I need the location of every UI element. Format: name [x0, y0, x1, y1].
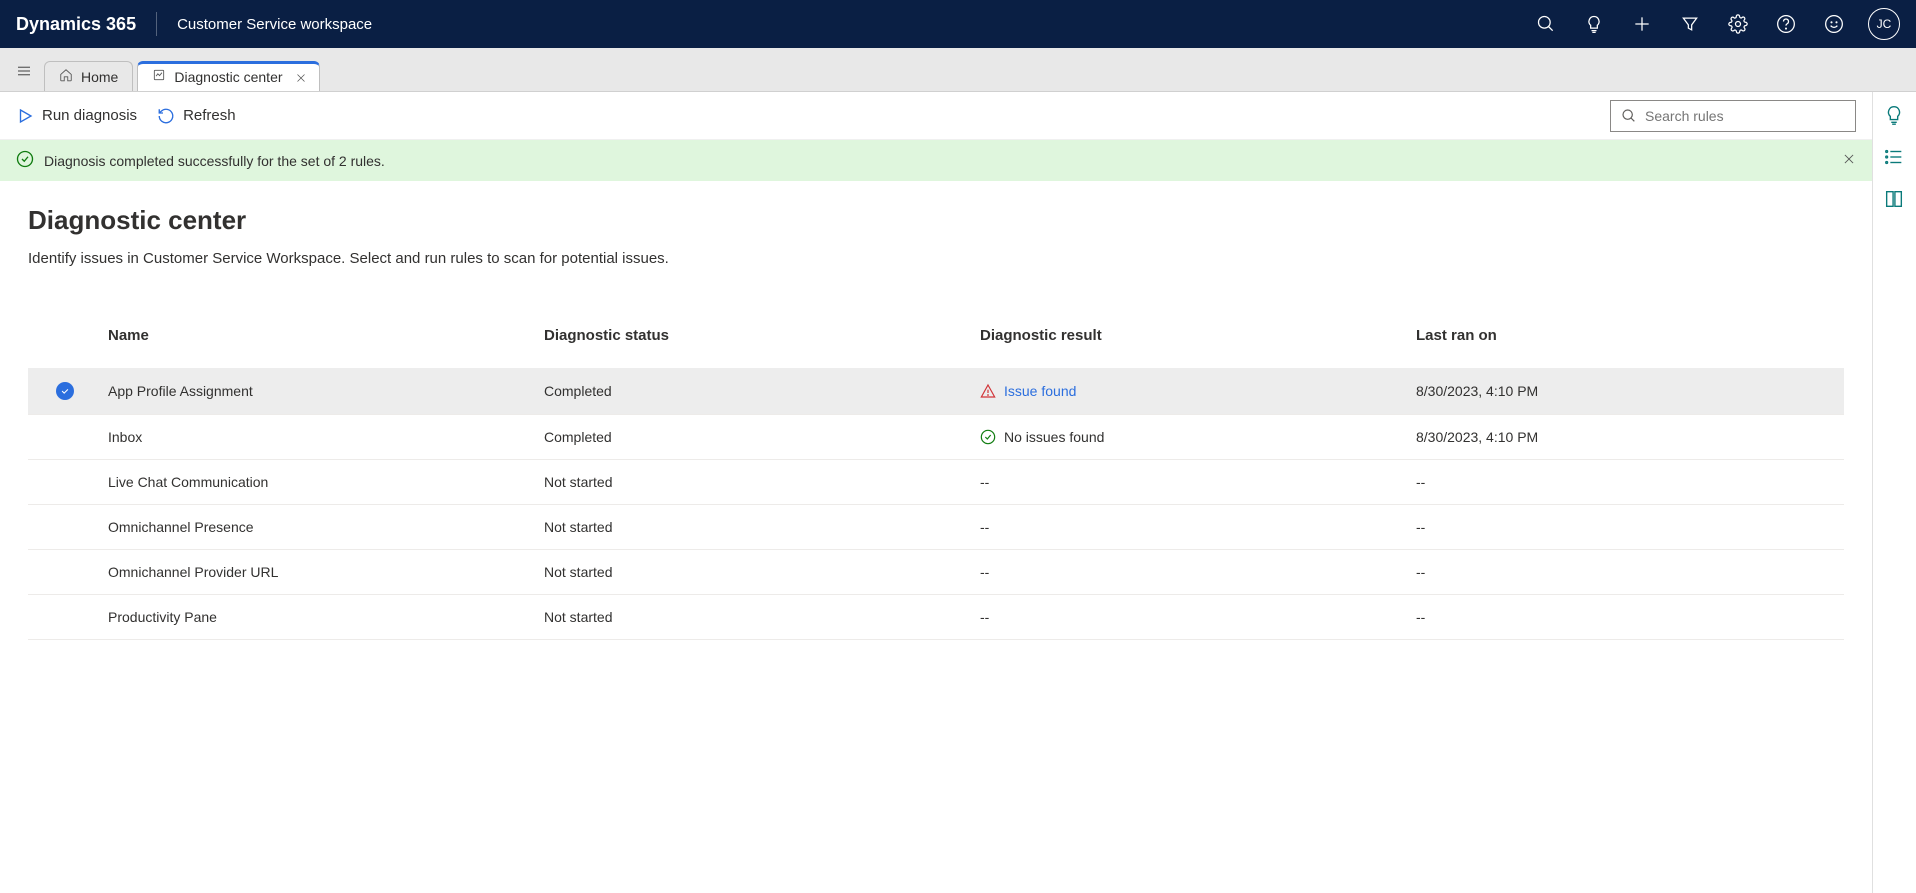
workspace-name[interactable]: Customer Service workspace [161, 16, 372, 33]
avatar[interactable]: JC [1868, 8, 1900, 40]
last-ran-cell: -- [1408, 460, 1844, 504]
lightbulb-icon[interactable] [1572, 2, 1616, 46]
result-cell: -- [972, 460, 1408, 504]
search-rules-box[interactable] [1610, 100, 1856, 132]
last-ran-cell: -- [1408, 550, 1844, 594]
refresh-label: Refresh [183, 107, 236, 124]
result-cell[interactable]: Issue found [972, 369, 1408, 413]
content: Run diagnosis Refresh Diagnosis complete… [0, 92, 1872, 893]
result-cell: No issues found [972, 415, 1408, 459]
table-row[interactable]: Productivity PaneNot started---- [28, 595, 1844, 640]
success-icon [980, 429, 996, 445]
table-body: App Profile AssignmentCompletedIssue fou… [28, 368, 1844, 640]
result-cell: -- [972, 595, 1408, 639]
result-cell: -- [972, 505, 1408, 549]
name-cell: Omnichannel Presence [100, 505, 536, 549]
hamburger-icon[interactable] [8, 55, 40, 87]
last-ran-cell: -- [1408, 505, 1844, 549]
topbar-divider [156, 12, 157, 36]
run-diagnosis-label: Run diagnosis [42, 107, 137, 124]
status-cell: Not started [536, 460, 972, 504]
refresh-button[interactable]: Refresh [157, 107, 236, 125]
page-description: Identify issues in Customer Service Work… [28, 250, 1844, 267]
name-cell: Omnichannel Provider URL [100, 550, 536, 594]
status-cell: Completed [536, 415, 972, 459]
topbar: Dynamics 365 Customer Service workspace … [0, 0, 1916, 48]
row-select-cell[interactable] [28, 603, 100, 631]
checkmark-icon [56, 382, 74, 400]
list-icon[interactable] [1883, 146, 1907, 170]
brand[interactable]: Dynamics 365 [16, 14, 156, 35]
name-cell: Inbox [100, 415, 536, 459]
success-icon [16, 150, 34, 171]
notification-text: Diagnosis completed successfully for the… [44, 153, 385, 169]
table-row[interactable]: Omnichannel PresenceNot started---- [28, 505, 1844, 550]
tabbar: Home Diagnostic center [0, 48, 1916, 92]
search-icon [1621, 108, 1637, 124]
search-input[interactable] [1645, 108, 1845, 124]
table-row[interactable]: InboxCompletedNo issues found8/30/2023, … [28, 415, 1844, 460]
topbar-left: Dynamics 365 Customer Service workspace [16, 12, 372, 36]
home-icon [59, 68, 73, 85]
last-ran-cell: -- [1408, 595, 1844, 639]
lastran-column-header[interactable]: Last ran on [1408, 313, 1844, 358]
row-select-cell[interactable] [28, 368, 100, 414]
table-row[interactable]: Live Chat CommunicationNot started---- [28, 460, 1844, 505]
page: Diagnostic center Identify issues in Cus… [0, 181, 1872, 664]
row-select-cell[interactable] [28, 423, 100, 451]
table-row[interactable]: App Profile AssignmentCompletedIssue fou… [28, 368, 1844, 415]
notification-bar: Diagnosis completed successfully for the… [0, 140, 1872, 181]
command-bar: Run diagnosis Refresh [0, 92, 1872, 140]
page-title: Diagnostic center [28, 205, 1844, 236]
tab-diagnostic-center[interactable]: Diagnostic center [137, 61, 319, 91]
help-icon[interactable] [1764, 2, 1808, 46]
close-icon[interactable] [293, 70, 309, 86]
result-column-header[interactable]: Diagnostic result [972, 313, 1408, 358]
table-header: Name Diagnostic status Diagnostic result… [28, 303, 1844, 368]
select-column-header [28, 322, 100, 350]
add-icon[interactable] [1620, 2, 1664, 46]
settings-icon[interactable] [1716, 2, 1760, 46]
row-select-cell[interactable] [28, 513, 100, 541]
play-icon [16, 107, 34, 125]
filter-icon[interactable] [1668, 2, 1712, 46]
lightbulb-icon[interactable] [1883, 104, 1907, 128]
status-column-header[interactable]: Diagnostic status [536, 313, 972, 358]
name-column-header[interactable]: Name [100, 313, 536, 358]
status-cell: Not started [536, 595, 972, 639]
name-cell: App Profile Assignment [100, 369, 536, 413]
name-cell: Live Chat Communication [100, 460, 536, 504]
row-select-cell[interactable] [28, 468, 100, 496]
run-diagnosis-button[interactable]: Run diagnosis [16, 107, 137, 125]
status-cell: Completed [536, 369, 972, 413]
status-cell: Not started [536, 505, 972, 549]
rules-table: Name Diagnostic status Diagnostic result… [28, 303, 1844, 640]
tab-home[interactable]: Home [44, 61, 133, 91]
main-area: Run diagnosis Refresh Diagnosis complete… [0, 92, 1916, 893]
status-cell: Not started [536, 550, 972, 594]
tab-active-label: Diagnostic center [174, 69, 282, 85]
tab-home-label: Home [81, 69, 118, 85]
last-ran-cell: 8/30/2023, 4:10 PM [1408, 369, 1844, 413]
row-select-cell[interactable] [28, 558, 100, 586]
name-cell: Productivity Pane [100, 595, 536, 639]
refresh-icon [157, 107, 175, 125]
right-rail [1872, 92, 1916, 893]
last-ran-cell: 8/30/2023, 4:10 PM [1408, 415, 1844, 459]
topbar-right: JC [1524, 2, 1900, 46]
notification-close-icon[interactable] [1842, 152, 1856, 169]
table-row[interactable]: Omnichannel Provider URLNot started---- [28, 550, 1844, 595]
feedback-icon[interactable] [1812, 2, 1856, 46]
book-icon[interactable] [1883, 188, 1907, 212]
search-icon[interactable] [1524, 2, 1568, 46]
warning-icon [980, 383, 996, 399]
chart-icon [152, 68, 166, 85]
result-cell: -- [972, 550, 1408, 594]
